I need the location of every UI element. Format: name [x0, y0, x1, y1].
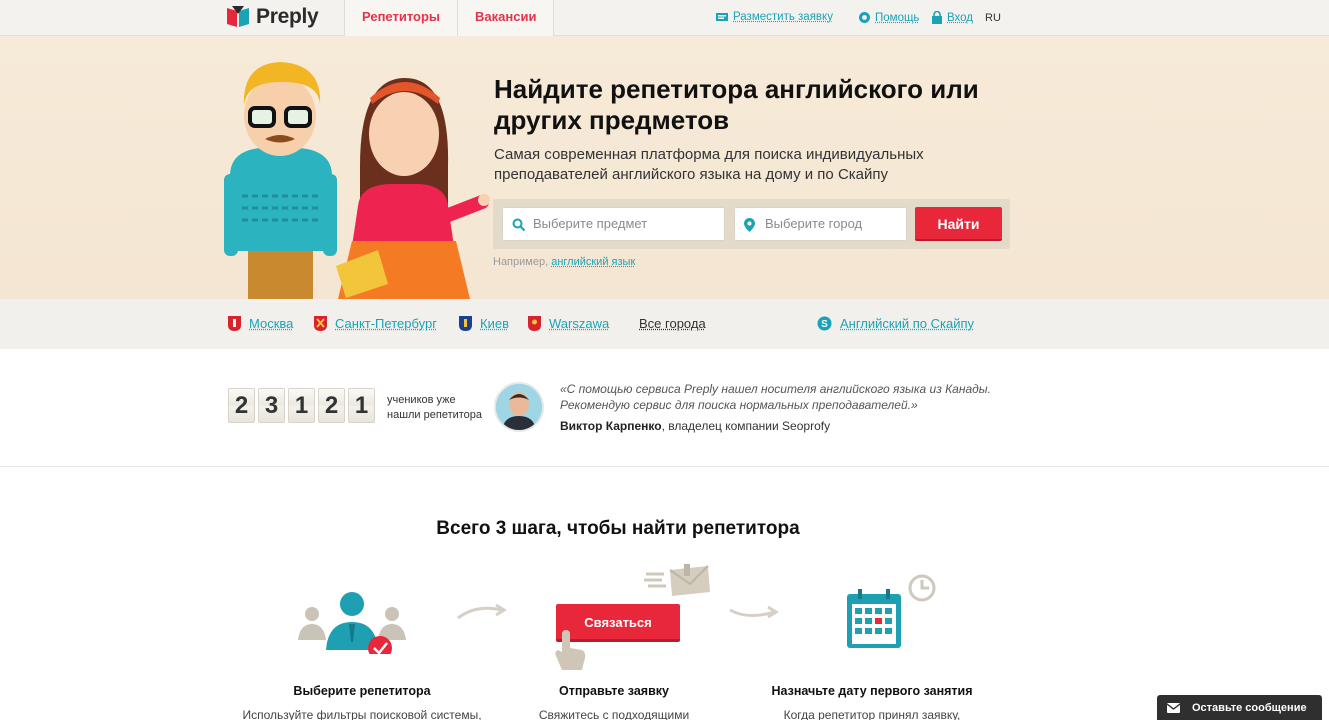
subject-input[interactable]: Выберите предмет [502, 207, 725, 241]
hero-illustration [220, 36, 490, 299]
counter-label: учеников уже нашли репетитора [387, 393, 487, 423]
counter-digit: 3 [258, 388, 285, 423]
mail-icon [1167, 703, 1180, 713]
language-switcher[interactable]: RU [985, 12, 1001, 24]
login-link[interactable]: Вход [931, 11, 973, 24]
subject-placeholder: Выберите предмет [533, 216, 647, 231]
step-1-text: Используйте фильтры поисковой системы, [212, 708, 512, 720]
search-icon [512, 218, 526, 232]
leave-message-button[interactable]: Оставьте сообщение [1157, 695, 1322, 720]
counter-digit: 2 [318, 388, 345, 423]
choose-tutor-icon [296, 588, 408, 654]
kyiv-emblem-icon [459, 316, 472, 331]
cities-bar: Москва Санкт-Петербург Киев Warszawa Все… [0, 299, 1329, 349]
step-1-title: Выберите репетитора [262, 684, 462, 698]
step-3-title: Назначьте дату первого занятия [742, 684, 1002, 698]
hero-subtitle: Самая современная платформа для поиска и… [494, 145, 954, 185]
arrow-icon [728, 602, 780, 622]
city-input[interactable]: Выберите город [734, 207, 907, 241]
search-form: Выберите предмет Выберите город Найти [493, 199, 1010, 249]
hand-pointer-icon [552, 630, 588, 670]
logo-text: Preply [256, 5, 318, 29]
author-name: Виктор Карпенко [560, 419, 662, 433]
moscow-emblem-icon [228, 316, 241, 331]
tab-tutors[interactable]: Репетиторы [345, 0, 458, 36]
lifebuoy-icon [858, 11, 871, 24]
logo[interactable]: Preply [226, 5, 318, 29]
counter-digit: 1 [288, 388, 315, 423]
city-kyiv[interactable]: Киев [459, 316, 509, 331]
counter-digit: 2 [228, 388, 255, 423]
testimonial-quote: «С помощью сервиса Preply нашел носителя… [560, 381, 1000, 413]
testimonial-author: Виктор Карпенко, владелец компании Seopr… [560, 419, 830, 433]
example-prefix: Например, [493, 256, 548, 268]
step-2-text: Свяжитесь с подходящими [494, 708, 734, 720]
section-divider [0, 466, 1329, 467]
login-label: Вход [947, 12, 973, 24]
tab-vacancies[interactable]: Вакансии [458, 0, 554, 36]
skype-english-link[interactable]: S Английский по Скайпу [817, 316, 974, 331]
counter-digit: 1 [348, 388, 375, 423]
arrow-icon [456, 602, 508, 622]
author-role: , владелец компании Seoprofy [662, 419, 830, 433]
lock-icon [931, 11, 943, 24]
search-example: Например, английский язык [493, 256, 635, 268]
main-nav: Репетиторы Вакансии [344, 0, 554, 36]
preply-logo-icon [226, 5, 250, 29]
svg-text:S: S [821, 319, 828, 330]
map-pin-icon [744, 218, 755, 232]
help-label: Помощь [875, 12, 919, 24]
help-link[interactable]: Помощь [858, 11, 919, 24]
find-button[interactable]: Найти [915, 207, 1002, 241]
envelope-icon [642, 564, 712, 600]
spb-emblem-icon [314, 316, 327, 331]
step-3-text: Когда репетитор принял заявку, [722, 708, 1022, 720]
post-request-link[interactable]: Разместить заявку [715, 11, 833, 23]
city-saint-petersburg[interactable]: Санкт-Петербург [314, 316, 437, 331]
city-warszawa[interactable]: Warszawa [528, 316, 609, 331]
avatar [494, 382, 544, 432]
step-2-title: Отправьте заявку [514, 684, 714, 698]
top-navbar: Preply Репетиторы Вакансии Разместить за… [0, 0, 1329, 36]
calendar-icon [844, 574, 944, 650]
post-request-icon [715, 11, 729, 23]
all-cities-link[interactable]: Все города [639, 316, 706, 331]
students-counter: 2 3 1 2 1 [228, 388, 375, 423]
warsaw-emblem-icon [528, 316, 541, 331]
steps-title: Всего 3 шага, чтобы найти репетитора [0, 518, 1236, 540]
city-moscow[interactable]: Москва [228, 316, 293, 331]
hero-section: Найдите репетитора английского или други… [0, 36, 1329, 299]
city-placeholder: Выберите город [765, 216, 862, 231]
post-request-label: Разместить заявку [733, 11, 833, 23]
skype-icon: S [817, 316, 832, 331]
leave-message-label: Оставьте сообщение [1192, 702, 1307, 714]
hero-title: Найдите репетитора английского или други… [494, 74, 1014, 136]
example-link[interactable]: английский язык [551, 256, 635, 268]
